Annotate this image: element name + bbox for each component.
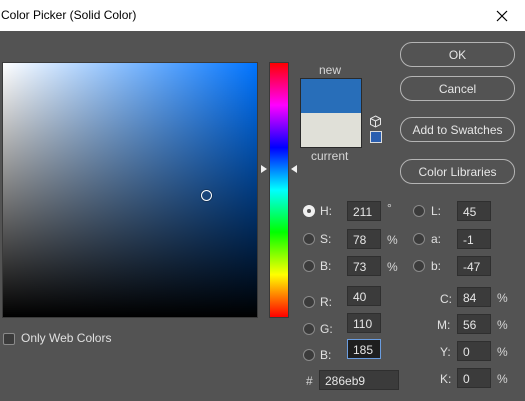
lab-l-label: L: [431, 204, 442, 218]
hue-slider[interactable] [269, 62, 289, 318]
hue-slider-handle-left[interactable] [261, 165, 267, 173]
blue-radio[interactable] [303, 349, 315, 361]
magenta-field[interactable]: 56 [457, 314, 491, 334]
magenta-unit: % [497, 318, 508, 332]
black-unit: % [497, 372, 508, 386]
close-icon [496, 10, 508, 21]
green-radio[interactable] [303, 323, 315, 335]
hue-field[interactable]: 211 [347, 201, 381, 221]
cube-icon[interactable] [369, 115, 382, 128]
lab-b-radio[interactable] [413, 260, 425, 272]
color-field-cursor[interactable] [201, 190, 212, 201]
yellow-unit: % [497, 345, 508, 359]
cyan-label: C: [440, 292, 452, 306]
title-bar: Color Picker (Solid Color) [0, 0, 525, 31]
lab-a-radio[interactable] [413, 233, 425, 245]
hue-unit: ° [387, 201, 392, 215]
lab-l-radio[interactable] [413, 205, 425, 217]
lab-l-field[interactable]: 45 [457, 201, 491, 221]
close-button[interactable] [479, 0, 525, 31]
magenta-label: M: [437, 318, 451, 332]
brightness-radio[interactable] [303, 260, 315, 272]
cyan-unit: % [497, 291, 508, 305]
current-color-label: current [311, 149, 349, 163]
hue-slider-handle-right[interactable] [291, 165, 297, 173]
red-label: R: [320, 295, 332, 309]
lab-b-field[interactable]: -47 [457, 256, 491, 276]
only-web-colors-checkbox[interactable] [3, 333, 15, 345]
blue-field[interactable]: 185 [347, 339, 381, 359]
hue-label: H: [320, 204, 332, 218]
only-web-colors-label[interactable]: Only Web Colors [21, 331, 111, 345]
yellow-field[interactable]: 0 [457, 341, 491, 361]
green-field[interactable]: 110 [347, 313, 381, 333]
hex-field[interactable]: 286eb9 [319, 370, 399, 390]
color-preview [300, 78, 362, 148]
ok-button[interactable]: OK [400, 42, 515, 67]
new-color-label: new [319, 63, 342, 77]
red-field[interactable]: 40 [347, 286, 381, 306]
blue-label: B: [320, 348, 332, 362]
lab-b-label: b: [431, 259, 442, 273]
hue-radio[interactable] [303, 205, 315, 217]
black-label: K: [440, 372, 452, 386]
cancel-button[interactable]: Cancel [400, 76, 515, 101]
add-to-swatches-button[interactable]: Add to Swatches [400, 117, 515, 142]
hex-label: # [306, 374, 313, 388]
black-field[interactable]: 0 [457, 368, 491, 388]
saturation-unit: % [387, 233, 398, 247]
saturation-label: S: [320, 232, 332, 246]
red-radio[interactable] [303, 296, 315, 308]
new-color-swatch [301, 79, 361, 113]
brightness-label: B: [320, 259, 332, 273]
saturation-radio[interactable] [303, 233, 315, 245]
lab-a-field[interactable]: -1 [457, 229, 491, 249]
brightness-field[interactable]: 73 [347, 256, 381, 276]
lab-a-label: a: [431, 232, 442, 246]
window-title: Color Picker (Solid Color) [1, 8, 137, 22]
green-label: G: [320, 322, 333, 336]
color-libraries-button[interactable]: Color Libraries [400, 159, 515, 184]
brightness-unit: % [387, 260, 398, 274]
yellow-label: Y: [440, 345, 451, 359]
current-color-swatch[interactable] [301, 113, 361, 147]
cyan-field[interactable]: 84 [457, 287, 491, 307]
saturation-field[interactable]: 78 [347, 229, 381, 249]
color-field[interactable] [2, 62, 258, 318]
web-safe-color-swatch[interactable] [370, 131, 382, 143]
